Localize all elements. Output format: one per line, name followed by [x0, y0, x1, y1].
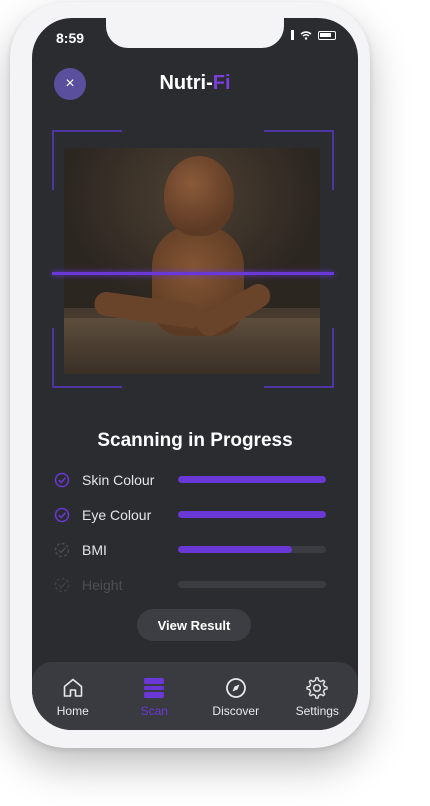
metric-label: Height	[82, 576, 123, 593]
scanned-child-photo	[64, 148, 320, 374]
app-title-main: Nutri-	[159, 72, 213, 94]
progress-track	[178, 546, 326, 553]
bottom-nav: Home Scan Discover Settings	[32, 662, 358, 730]
status-time: 8:59	[56, 30, 85, 46]
pending-circle-icon	[54, 577, 70, 592]
status-icons	[291, 30, 336, 40]
metric-label: BMI	[82, 541, 107, 558]
signal-icon	[291, 30, 294, 40]
nav-item-scan[interactable]: Scan	[119, 676, 189, 718]
nav-item-discover[interactable]: Discover	[201, 676, 271, 718]
progress-track	[178, 476, 326, 483]
progress-fill	[178, 546, 292, 553]
view-result-button[interactable]: View Result	[137, 609, 251, 641]
nav-label: Discover	[212, 704, 260, 718]
nav-label: Home	[56, 704, 89, 718]
progress-track	[178, 581, 326, 588]
check-circle-icon	[54, 507, 70, 522]
nav-item-settings[interactable]: Settings	[282, 676, 352, 718]
metric-bmi: BMI	[54, 532, 326, 567]
scan-icon	[144, 678, 165, 698]
metric-label: Skin Colour	[82, 471, 155, 488]
wifi-icon	[300, 31, 312, 40]
scan-line	[52, 272, 334, 275]
app-title-accent: Fi	[212, 72, 231, 94]
gear-icon	[306, 677, 328, 699]
pending-circle-icon	[54, 542, 70, 557]
metrics-list: Skin Colour Eye Colour BMI Height	[54, 462, 326, 602]
nav-label: Scan	[140, 704, 168, 718]
notch	[106, 18, 284, 48]
nav-item-home[interactable]: Home	[38, 676, 108, 718]
scan-heading: Scanning in Progress	[97, 430, 293, 451]
nav-label: Settings	[295, 704, 339, 718]
phone-frame: 8:59 × Nutri-Fi Scanning in Progress Ski…	[10, 2, 370, 748]
progress-track	[178, 511, 326, 518]
compass-icon	[225, 678, 246, 698]
metric-height: Height	[54, 567, 326, 602]
home-icon	[63, 678, 83, 697]
battery-icon	[318, 30, 336, 40]
metric-eye-colour: Eye Colour	[54, 497, 326, 532]
scanner-frame	[52, 130, 334, 388]
metric-label: Eye Colour	[82, 506, 152, 523]
metric-skin-colour: Skin Colour	[54, 462, 326, 497]
progress-fill	[178, 476, 326, 483]
progress-fill	[178, 511, 326, 518]
app-title: Nutri-Fi	[32, 72, 358, 95]
check-circle-icon	[54, 472, 70, 487]
app-screen: 8:59 × Nutri-Fi Scanning in Progress Ski…	[32, 18, 358, 730]
